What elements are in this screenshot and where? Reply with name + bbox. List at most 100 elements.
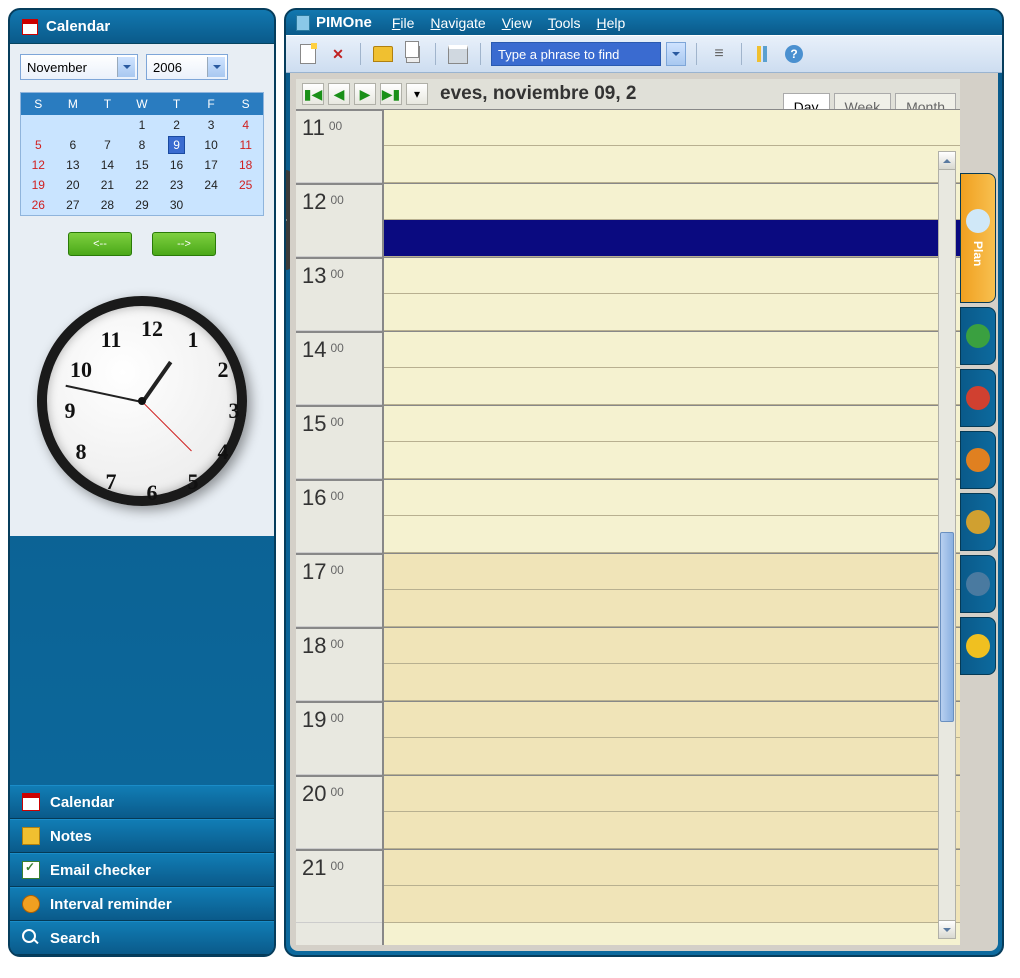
cal-day[interactable]: 8 [125, 135, 160, 155]
scrollbar[interactable] [938, 151, 956, 939]
menu-file[interactable]: File [392, 15, 415, 31]
cal-day[interactable] [90, 115, 125, 135]
time-slot[interactable] [384, 294, 960, 331]
first-button[interactable]: ▮◀ [302, 83, 324, 105]
scroll-down-button[interactable] [939, 920, 955, 938]
time-slot[interactable] [384, 738, 960, 775]
next-month-button[interactable]: --> [152, 232, 216, 256]
cal-day[interactable]: 12 [21, 155, 56, 175]
right-tab-lock[interactable] [960, 493, 996, 551]
time-slot[interactable] [384, 257, 960, 294]
chevron-down-icon[interactable] [207, 57, 225, 77]
chevron-down-icon[interactable] [117, 57, 135, 77]
filter-button[interactable]: ▾ [406, 83, 428, 105]
cal-day[interactable]: 4 [228, 115, 263, 135]
cal-day[interactable]: 11 [228, 135, 263, 155]
help-button[interactable]: ? [782, 42, 806, 66]
right-tab-check[interactable] [960, 307, 996, 365]
cal-day[interactable] [194, 195, 229, 215]
sidebar-item-notes[interactable]: Notes [10, 819, 274, 853]
time-slot[interactable] [384, 405, 960, 442]
cal-day[interactable]: 28 [90, 195, 125, 215]
cal-day[interactable]: 21 [90, 175, 125, 195]
day-schedule[interactable]: 1100120013001400150016001700180019002000… [296, 109, 960, 945]
time-slot[interactable] [384, 886, 960, 923]
time-slot[interactable] [384, 109, 960, 146]
prev-month-button[interactable]: <-- [68, 232, 132, 256]
right-tab-star[interactable] [960, 617, 996, 675]
cal-day[interactable]: 22 [125, 175, 160, 195]
time-slot[interactable] [384, 664, 960, 701]
cal-day[interactable]: 25 [228, 175, 263, 195]
scroll-up-button[interactable] [939, 152, 955, 170]
menu-help[interactable]: Help [597, 15, 626, 31]
cal-day[interactable]: 19 [21, 175, 56, 195]
cal-day[interactable]: 1 [125, 115, 160, 135]
search-dropdown[interactable] [666, 42, 686, 66]
new-button[interactable] [296, 42, 320, 66]
cal-day[interactable]: 5 [21, 135, 56, 155]
time-slot[interactable] [384, 553, 960, 590]
time-slot[interactable] [384, 590, 960, 627]
cal-day[interactable]: 29 [125, 195, 160, 215]
scroll-thumb[interactable] [940, 532, 954, 722]
delete-button[interactable] [326, 42, 350, 66]
cal-day[interactable] [56, 115, 91, 135]
menu-view[interactable]: View [502, 15, 532, 31]
cal-day[interactable]: 9 [159, 135, 194, 155]
cal-day[interactable]: 26 [21, 195, 56, 215]
cal-day[interactable]: 20 [56, 175, 91, 195]
cal-day[interactable] [228, 195, 263, 215]
print-button[interactable] [446, 42, 470, 66]
open-button[interactable] [371, 42, 395, 66]
cal-day[interactable]: 23 [159, 175, 194, 195]
options-button[interactable] [752, 42, 776, 66]
cal-day[interactable]: 17 [194, 155, 229, 175]
right-tab-person-orange[interactable] [960, 431, 996, 489]
time-slot[interactable] [384, 442, 960, 479]
list-button[interactable] [707, 42, 731, 66]
sidebar-item-email[interactable]: Email checker [10, 853, 274, 887]
sidebar-item-calendar[interactable]: Calendar [10, 785, 274, 819]
time-slot[interactable] [384, 516, 960, 553]
menu-tools[interactable]: Tools [548, 15, 581, 31]
cal-day[interactable]: 10 [194, 135, 229, 155]
cal-day[interactable]: 3 [194, 115, 229, 135]
search-input[interactable]: Type a phrase to find [491, 42, 661, 66]
cal-day[interactable]: 6 [56, 135, 91, 155]
next-button[interactable]: ▶ [354, 83, 376, 105]
cal-day[interactable]: 15 [125, 155, 160, 175]
time-slot[interactable] [384, 849, 960, 886]
time-slot[interactable] [384, 775, 960, 812]
cal-day[interactable]: 24 [194, 175, 229, 195]
cal-day[interactable]: 16 [159, 155, 194, 175]
cal-day[interactable]: 14 [90, 155, 125, 175]
cal-day[interactable]: 18 [228, 155, 263, 175]
right-tab-plan[interactable]: Plan [960, 173, 996, 303]
time-slot[interactable] [384, 479, 960, 516]
sidebar-item-search[interactable]: Search [10, 921, 274, 955]
sidebar-item-reminder[interactable]: Interval reminder [10, 887, 274, 921]
year-select[interactable]: 2006 [146, 54, 228, 80]
time-slot[interactable] [384, 627, 960, 664]
cal-day[interactable]: 30 [159, 195, 194, 215]
time-slot[interactable] [384, 701, 960, 738]
cal-day[interactable]: 27 [56, 195, 91, 215]
time-slot[interactable] [384, 331, 960, 368]
month-select[interactable]: November [20, 54, 138, 80]
copy-button[interactable] [401, 42, 425, 66]
cal-day[interactable]: 13 [56, 155, 91, 175]
right-tab-doc[interactable] [960, 555, 996, 613]
time-slot[interactable] [384, 220, 960, 257]
cal-day[interactable]: 7 [90, 135, 125, 155]
mini-calendar[interactable]: SMTWTFS123456789101112131415161718192021… [20, 92, 264, 216]
cal-day[interactable]: 2 [159, 115, 194, 135]
time-slot[interactable] [384, 368, 960, 405]
menu-navigate[interactable]: Navigate [430, 15, 485, 31]
time-slot[interactable] [384, 183, 960, 220]
time-slot[interactable] [384, 146, 960, 183]
time-slot[interactable] [384, 812, 960, 849]
right-tab-person-red[interactable] [960, 369, 996, 427]
last-button[interactable]: ▶▮ [380, 83, 402, 105]
prev-button[interactable]: ◀ [328, 83, 350, 105]
